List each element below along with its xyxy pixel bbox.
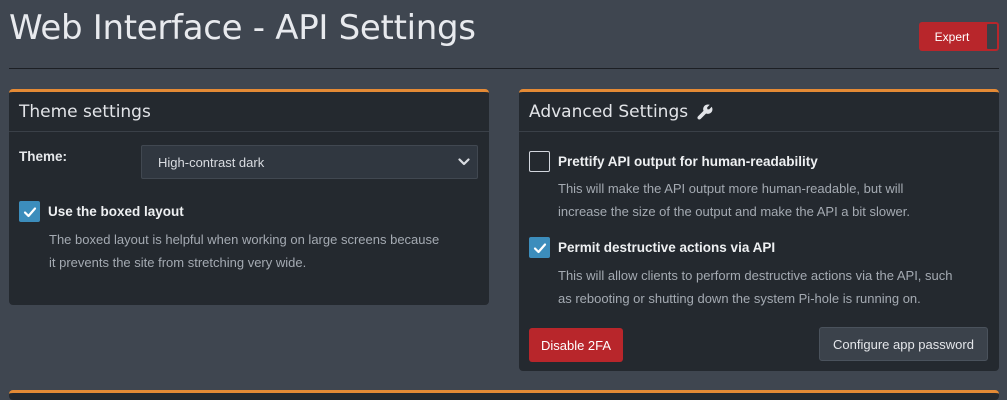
boxed-layout-help: The boxed layout is helpful when working… [49, 228, 479, 274]
destructive-actions-option[interactable]: Permit destructive actions via API [529, 237, 775, 258]
help-text-line: The boxed layout is helpful when working… [49, 232, 440, 247]
checkmark-icon [23, 206, 36, 217]
page-title: Web Interface - API Settings [9, 8, 476, 48]
destructive-actions-help: This will allow clients to perform destr… [558, 264, 993, 310]
help-text-line: This will allow clients to perform destr… [558, 268, 953, 283]
boxed-layout-label[interactable]: Use the boxed layout [48, 204, 184, 219]
help-text-line: it prevents the site from stretching ver… [49, 255, 307, 270]
boxed-layout-option[interactable]: Use the boxed layout [19, 201, 184, 222]
next-panel-top-edge [9, 390, 999, 400]
destructive-actions-label[interactable]: Permit destructive actions via API [558, 240, 775, 255]
configure-app-password-button[interactable]: Configure app password [819, 327, 988, 361]
checkmark-icon [533, 242, 546, 253]
expert-toggle-label: Expert [934, 29, 970, 44]
toggle-knob[interactable] [986, 23, 998, 50]
help-text-line: as rebooting or shutting down the system… [558, 291, 921, 306]
theme-settings-title: Theme settings [19, 101, 151, 122]
chevron-down-icon [458, 158, 470, 166]
boxed-layout-checkbox[interactable] [19, 201, 40, 222]
prettify-checkbox[interactable] [529, 151, 550, 172]
wrench-icon [697, 103, 713, 120]
help-text-line: increase the size of the output and make… [558, 204, 910, 219]
help-text-line: This will make the API output more human… [558, 181, 904, 196]
theme-label: Theme: [19, 149, 68, 164]
disable-2fa-button[interactable]: Disable 2FA [529, 328, 623, 362]
destructive-actions-checkbox[interactable] [529, 237, 550, 258]
theme-select[interactable]: High-contrast dark [141, 145, 478, 179]
advanced-settings-title: Advanced Settings [529, 101, 689, 122]
advanced-settings-header: Advanced Settings [519, 92, 999, 132]
theme-settings-box: Theme settings Theme: High-contrast dark… [9, 89, 489, 305]
advanced-settings-box: Advanced Settings Prettify API output fo… [519, 89, 999, 371]
theme-settings-header: Theme settings [9, 92, 489, 132]
theme-select-value: High-contrast dark [158, 154, 265, 170]
title-divider [9, 68, 999, 69]
prettify-label[interactable]: Prettify API output for human-readabilit… [558, 154, 818, 169]
prettify-help: This will make the API output more human… [558, 177, 993, 223]
expert-mode-toggle[interactable]: Expert [919, 22, 999, 51]
prettify-option[interactable]: Prettify API output for human-readabilit… [529, 151, 818, 172]
